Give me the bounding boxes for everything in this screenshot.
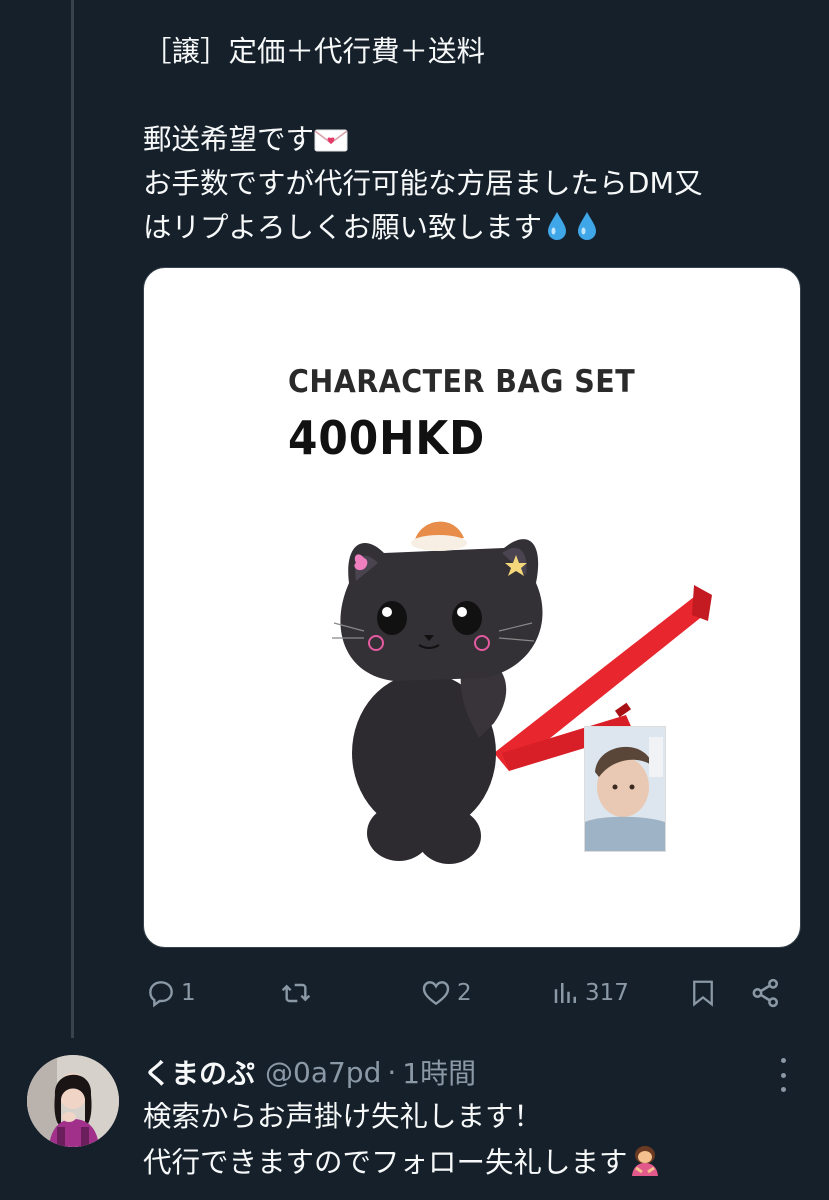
bookmark-icon: [693, 980, 713, 1007]
share-button[interactable]: [749, 972, 783, 1014]
more-dot-icon: [780, 1072, 786, 1078]
reply-line-2-text: 代行できますのでフォロー失礼します: [143, 1146, 628, 1179]
reply-button[interactable]: 1: [145, 972, 196, 1014]
avatar[interactable]: [27, 1055, 119, 1147]
retweet-button[interactable]: [279, 972, 317, 1014]
tweet-text: ［譲］定価＋代行費＋送料 郵送希望です お手数ですが代行可能な方居ましたらDM又…: [143, 30, 813, 250]
tweet-media-image[interactable]: CHARACTER BAG SET 400HKD: [143, 267, 801, 948]
more-dot-icon: [780, 1058, 786, 1063]
bookmark-button[interactable]: [688, 972, 718, 1014]
reply-count: 1: [181, 980, 196, 1006]
photocard-image: [584, 726, 666, 852]
heart-icon: [422, 981, 450, 1006]
author-name[interactable]: くまのぷ: [143, 1052, 255, 1092]
reply-line-1: 検索からお声掛け失礼します！: [143, 1100, 543, 1133]
tweet-line-1: ［譲］定価＋代行費＋送料: [143, 35, 486, 68]
share-icon: [752, 978, 779, 1008]
tweet-line-4-text: はリプよろしくお願い致します: [143, 211, 543, 244]
reply-tweet[interactable]: くまのぷ @0a7pd · 1時間 検索からお声掛け失礼します！ 代行できますの…: [0, 1040, 829, 1200]
droplet-icon: [542, 209, 572, 254]
author-handle[interactable]: @0a7pd: [265, 1056, 381, 1089]
tweet-line-4: はリプよろしくお願い致します: [143, 206, 813, 250]
more-dot-icon: [780, 1087, 786, 1092]
thread-connector-line: [71, 0, 74, 1038]
love-letter-icon: [314, 122, 348, 166]
reply-line-2: 代行できますのでフォロー失礼します: [143, 1140, 813, 1190]
header-separator: ·: [387, 1055, 397, 1089]
views-chart-icon: [554, 983, 576, 1003]
reply-header: くまのぷ @0a7pd · 1時間: [143, 1050, 476, 1094]
views-button[interactable]: 317: [551, 972, 629, 1014]
like-button[interactable]: 2: [419, 972, 472, 1014]
tweet-line-2: 郵送希望です: [143, 118, 813, 162]
tweet-line-2-text: 郵送希望です: [143, 123, 315, 156]
product-title: CHARACTER BAG SET: [288, 364, 636, 400]
product-price: 400HKD: [288, 411, 486, 465]
droplet-icon: [572, 209, 602, 254]
view-count: 317: [585, 980, 629, 1006]
reply-icon: [149, 981, 173, 1008]
like-count: 2: [457, 980, 472, 1006]
timestamp[interactable]: 1時間: [402, 1052, 476, 1092]
more-options-button[interactable]: [768, 1058, 798, 1092]
tweet-action-bar: 1 2 317: [143, 972, 793, 1014]
retweet-icon: [281, 983, 311, 1003]
tweet-line-3: お手数ですが代行可能な方居ましたらDM又: [143, 167, 703, 200]
person-bowing-icon: [628, 1142, 662, 1190]
reply-text: 検索からお声掛け失礼します！ 代行できますのでフォロー失礼します: [143, 1094, 813, 1190]
